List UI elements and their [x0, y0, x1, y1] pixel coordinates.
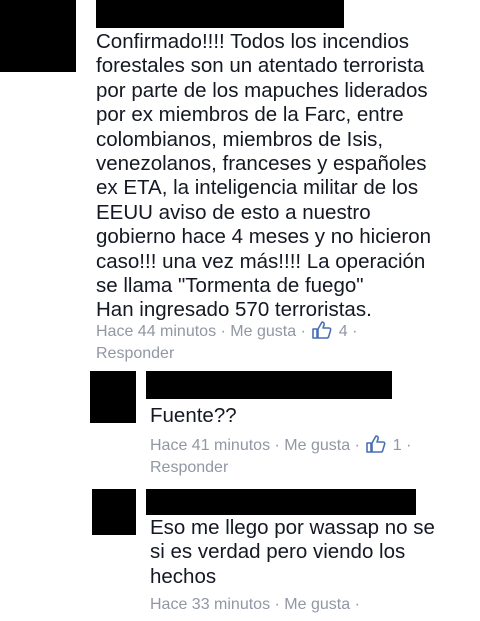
comment-line: colombianos, miembros de Isis,	[96, 127, 384, 151]
separator: ·	[220, 323, 226, 340]
comment-text: Fuente??	[150, 404, 237, 428]
avatar[interactable]	[92, 489, 136, 535]
comment-line: caso!!! una vez más!!!! La operación	[96, 249, 426, 273]
commenter-name[interactable]	[96, 0, 344, 28]
comment-line: Fuente??	[150, 404, 237, 427]
comment-line: por ex miembros de la Farc, entre	[96, 103, 404, 127]
thumbs-up-icon[interactable]	[312, 321, 332, 339]
timestamp-link[interactable]: Hace 41 minutos	[150, 437, 270, 454]
comment-line: Eso me llego por wassap no se	[150, 516, 435, 539]
comment-meta: Hace 33 minutos · Me gusta ·	[150, 594, 470, 616]
comment-line: hechos	[150, 564, 217, 588]
like-link[interactable]: Me gusta	[284, 596, 350, 613]
separator: ·	[274, 596, 280, 613]
separator: ·	[354, 596, 360, 613]
commenter-name[interactable]	[146, 489, 416, 515]
like-count[interactable]: 1	[393, 437, 402, 454]
comment-line: gobierno hace 4 meses y no hicieron	[96, 225, 432, 249]
reply-link[interactable]: Responder	[150, 459, 228, 476]
comment-line: ex ETA, la inteligencia militar de los	[96, 176, 419, 200]
commenter-name[interactable]	[146, 371, 392, 399]
avatar[interactable]	[0, 0, 76, 72]
comment-line: Han ingresado 570 terroristas.	[96, 298, 372, 322]
thumbs-up-icon[interactable]	[366, 435, 386, 453]
like-count[interactable]: 4	[339, 323, 348, 340]
separator: ·	[352, 323, 358, 340]
comment-meta: Hace 44 minutos · Me gusta · 4 · Respond…	[96, 321, 466, 365]
comment-line: forestales son un atentado terrorista	[96, 54, 425, 78]
separator: ·	[406, 437, 412, 454]
comment-line: por parte de los mapuches liderados	[96, 78, 428, 102]
separator: ·	[300, 323, 306, 340]
reply-link[interactable]: Responder	[96, 345, 174, 362]
timestamp-link[interactable]: Hace 44 minutos	[96, 323, 216, 340]
avatar[interactable]	[90, 371, 136, 423]
comment-text: Eso me llego por wassap no se si es verd…	[150, 516, 435, 589]
separator: ·	[274, 437, 280, 454]
comment-line: se llama "Tormenta de fuego"	[96, 274, 364, 298]
comment-text: Confirmado!!!! Todos los incendios fores…	[96, 30, 431, 323]
separator: ·	[354, 437, 360, 454]
like-link[interactable]: Me gusta	[284, 437, 350, 454]
comment-line: Confirmado!!!! Todos los incendios	[96, 30, 409, 53]
comment-meta: Hace 41 minutos · Me gusta · 1 · Respond…	[150, 435, 470, 479]
timestamp-link[interactable]: Hace 33 minutos	[150, 596, 270, 613]
comment-line: EEUU aviso de esto a nuestro	[96, 200, 371, 224]
comment-line: venezolanos, franceses y españoles	[96, 152, 427, 176]
comment-line: si es verdad pero viendo los	[150, 540, 406, 564]
like-link[interactable]: Me gusta	[230, 323, 296, 340]
